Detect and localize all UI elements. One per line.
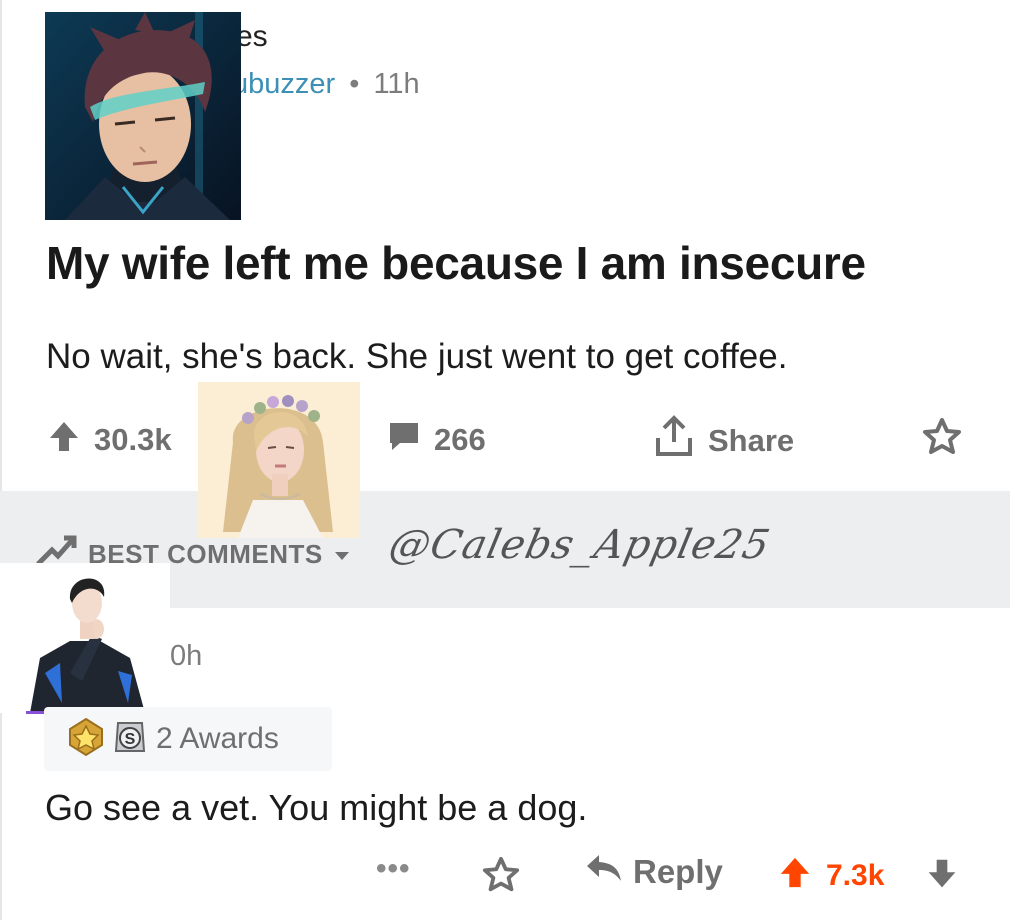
upvote-icon: [46, 418, 82, 462]
awards-label: 2 Awards: [156, 722, 279, 755]
comment-score: 7.3k: [826, 859, 885, 892]
star-icon: [480, 856, 522, 899]
svg-text:S: S: [125, 731, 136, 748]
comment-upvote-button[interactable]: 7.3k: [778, 854, 884, 898]
left-edge-border: [0, 0, 2, 920]
comment-time: 0h: [170, 640, 203, 672]
post-title[interactable]: My wife left me because I am insecure: [46, 236, 866, 290]
downvote-icon: [926, 859, 958, 894]
gold-award-icon: [66, 717, 106, 762]
avatar-post-overlay: [45, 12, 241, 220]
share-icon: [652, 414, 696, 468]
silver-award-icon: S: [112, 717, 148, 762]
post-share-button[interactable]: Share: [652, 414, 794, 468]
post-upvote-count: 30.3k: [94, 422, 172, 457]
chevron-down-icon: [333, 539, 351, 570]
post-upvote-button[interactable]: 30.3k: [46, 418, 172, 462]
star-icon: [920, 416, 964, 466]
post-username[interactable]: ubuzzer: [232, 68, 335, 100]
reply-label: Reply: [633, 853, 723, 890]
watermark-signature: @Calebs_Apple25: [385, 522, 775, 568]
post-share-label: Share: [708, 423, 795, 458]
meta-separator: •: [349, 68, 360, 100]
comment-reply-button[interactable]: Reply: [585, 853, 723, 891]
post-time: 11h: [373, 68, 420, 100]
avatar-mid-overlay: [198, 382, 360, 538]
comment-more-button[interactable]: •••: [376, 852, 411, 886]
comment-awards[interactable]: S 2 Awards: [44, 707, 332, 771]
comment-downvote-button[interactable]: [926, 858, 958, 895]
post-body: No wait, she's back. She just went to ge…: [46, 337, 788, 376]
comment-save-button[interactable]: [480, 855, 522, 900]
comment-bubble-icon: [386, 418, 422, 462]
post-comments-button[interactable]: 266: [386, 418, 486, 462]
upvote-icon: [778, 854, 812, 898]
comment-body: Go see a vet. You might be a dog.: [45, 787, 588, 828]
avatar-comment-overlay: [0, 563, 170, 713]
post-meta: ubuzzer • 11h: [232, 68, 420, 101]
post-save-button[interactable]: [920, 416, 964, 466]
reply-arrow-icon: [585, 853, 623, 891]
post-comment-count: 266: [434, 422, 486, 457]
